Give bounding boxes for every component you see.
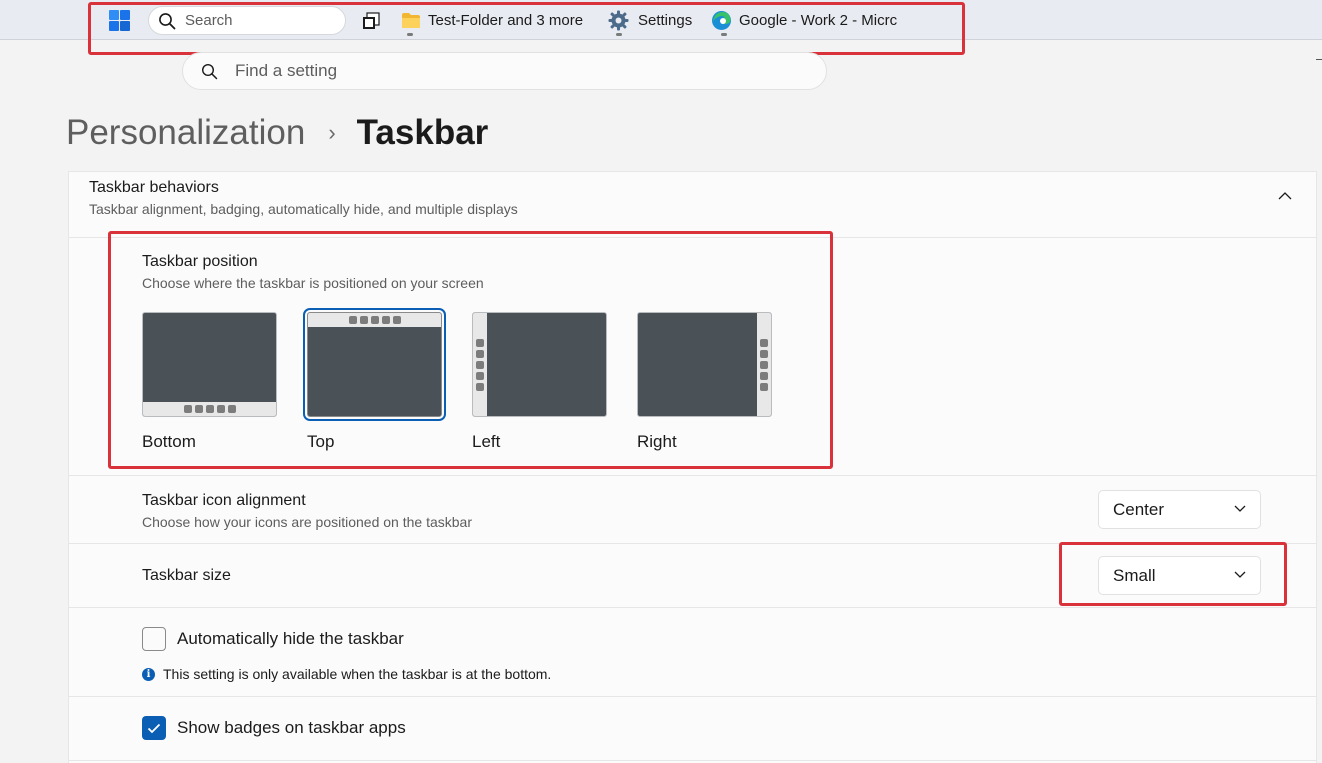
taskbar-app-label: Google - Work 2 - Micrc — [739, 11, 898, 29]
taskbar-strip — [757, 313, 771, 416]
taskbar-app-label: Settings — [638, 11, 693, 29]
taskbar-position-setting: Taskbar position Choose where the taskba… — [69, 238, 1316, 476]
position-option-left[interactable]: Left — [472, 312, 607, 451]
alignment-dropdown[interactable]: Center — [1098, 490, 1261, 529]
system-taskbar: Search Test-Folder and 3 more Settings G… — [0, 0, 1322, 40]
info-note-text: This setting is only available when the … — [163, 666, 552, 682]
taskbar-behaviors-panel: Taskbar behaviors Taskbar alignment, bad… — [68, 171, 1317, 763]
top-preview-thumbnail — [303, 308, 446, 421]
option-label: Top — [307, 432, 335, 451]
find-setting-placeholder: Find a setting — [235, 61, 338, 80]
taskbar-strip — [308, 313, 441, 327]
chevron-right-icon: › — [328, 120, 336, 145]
find-setting-search-box[interactable]: Find a setting — [182, 52, 827, 90]
running-indicator — [721, 33, 727, 36]
search-icon — [159, 12, 176, 29]
edge-browser-icon — [712, 10, 731, 30]
section-description: Taskbar alignment, badging, automaticall… — [89, 201, 518, 217]
auto-hide-checkbox[interactable] — [142, 627, 166, 651]
size-title: Taskbar size — [142, 567, 231, 584]
taskbar-app-edge[interactable]: Google - Work 2 - Micrc — [711, 0, 901, 40]
chevron-down-icon — [1234, 505, 1246, 512]
position-option-right[interactable]: Right — [637, 312, 772, 451]
taskbar-alignment-setting: Taskbar icon alignment Choose how your i… — [69, 476, 1316, 544]
left-preview-thumbnail — [472, 312, 607, 417]
auto-hide-label: Automatically hide the taskbar — [177, 629, 404, 648]
position-title: Taskbar position — [142, 253, 258, 270]
auto-hide-info-note: i This setting is only available when th… — [142, 666, 551, 682]
option-label: Bottom — [142, 432, 196, 451]
gear-icon — [608, 10, 629, 30]
badges-checkbox[interactable] — [142, 716, 166, 740]
size-dropdown[interactable]: Small — [1098, 556, 1261, 595]
running-indicator — [616, 33, 622, 36]
section-title: Taskbar behaviors — [89, 179, 219, 196]
chevron-up-icon[interactable] — [1274, 185, 1296, 207]
taskbar-strip — [473, 313, 487, 416]
taskbar-app-label: Test-Folder and 3 more — [428, 11, 584, 29]
search-icon — [201, 63, 218, 79]
right-preview-thumbnail — [637, 312, 772, 417]
taskbar-app-file-explorer[interactable]: Test-Folder and 3 more — [401, 0, 583, 40]
running-indicator — [407, 33, 413, 36]
folder-icon — [402, 12, 420, 28]
position-description: Choose where the taskbar is positioned o… — [142, 275, 484, 291]
taskbar-size-setting: Taskbar size Small — [69, 544, 1316, 608]
size-value: Small — [1113, 565, 1156, 585]
bottom-preview-thumbnail — [142, 312, 277, 417]
option-label: Left — [472, 432, 501, 451]
taskbar-strip — [143, 402, 276, 416]
taskbar-app-settings[interactable]: Settings — [608, 0, 692, 40]
alignment-value: Center — [1113, 499, 1165, 519]
alignment-description: Choose how your icons are positioned on … — [142, 514, 472, 530]
position-option-bottom[interactable]: Bottom — [142, 312, 277, 451]
page-title: Taskbar — [356, 113, 489, 152]
taskbar-search-box[interactable]: Search — [148, 6, 346, 35]
badges-label: Show badges on taskbar apps — [177, 718, 406, 737]
task-view-icon[interactable] — [362, 12, 380, 30]
info-icon: i — [142, 667, 155, 681]
window-control-fragment — [1316, 59, 1322, 60]
breadcrumb: Personalization › Taskbar — [66, 113, 488, 153]
chevron-down-icon — [1234, 571, 1246, 578]
badges-setting: Show badges on taskbar apps — [69, 697, 1316, 761]
position-option-top[interactable]: Top — [303, 308, 446, 451]
windows-start-icon[interactable] — [109, 10, 130, 31]
breadcrumb-parent[interactable]: Personalization — [66, 113, 305, 153]
alignment-title: Taskbar icon alignment — [142, 492, 306, 509]
taskbar-search-label: Search — [185, 12, 233, 29]
auto-hide-setting: Automatically hide the taskbar i This se… — [69, 608, 1316, 697]
checkmark-icon — [147, 723, 161, 733]
option-label: Right — [637, 432, 677, 451]
taskbar-behaviors-header[interactable]: Taskbar behaviors Taskbar alignment, bad… — [69, 172, 1316, 238]
